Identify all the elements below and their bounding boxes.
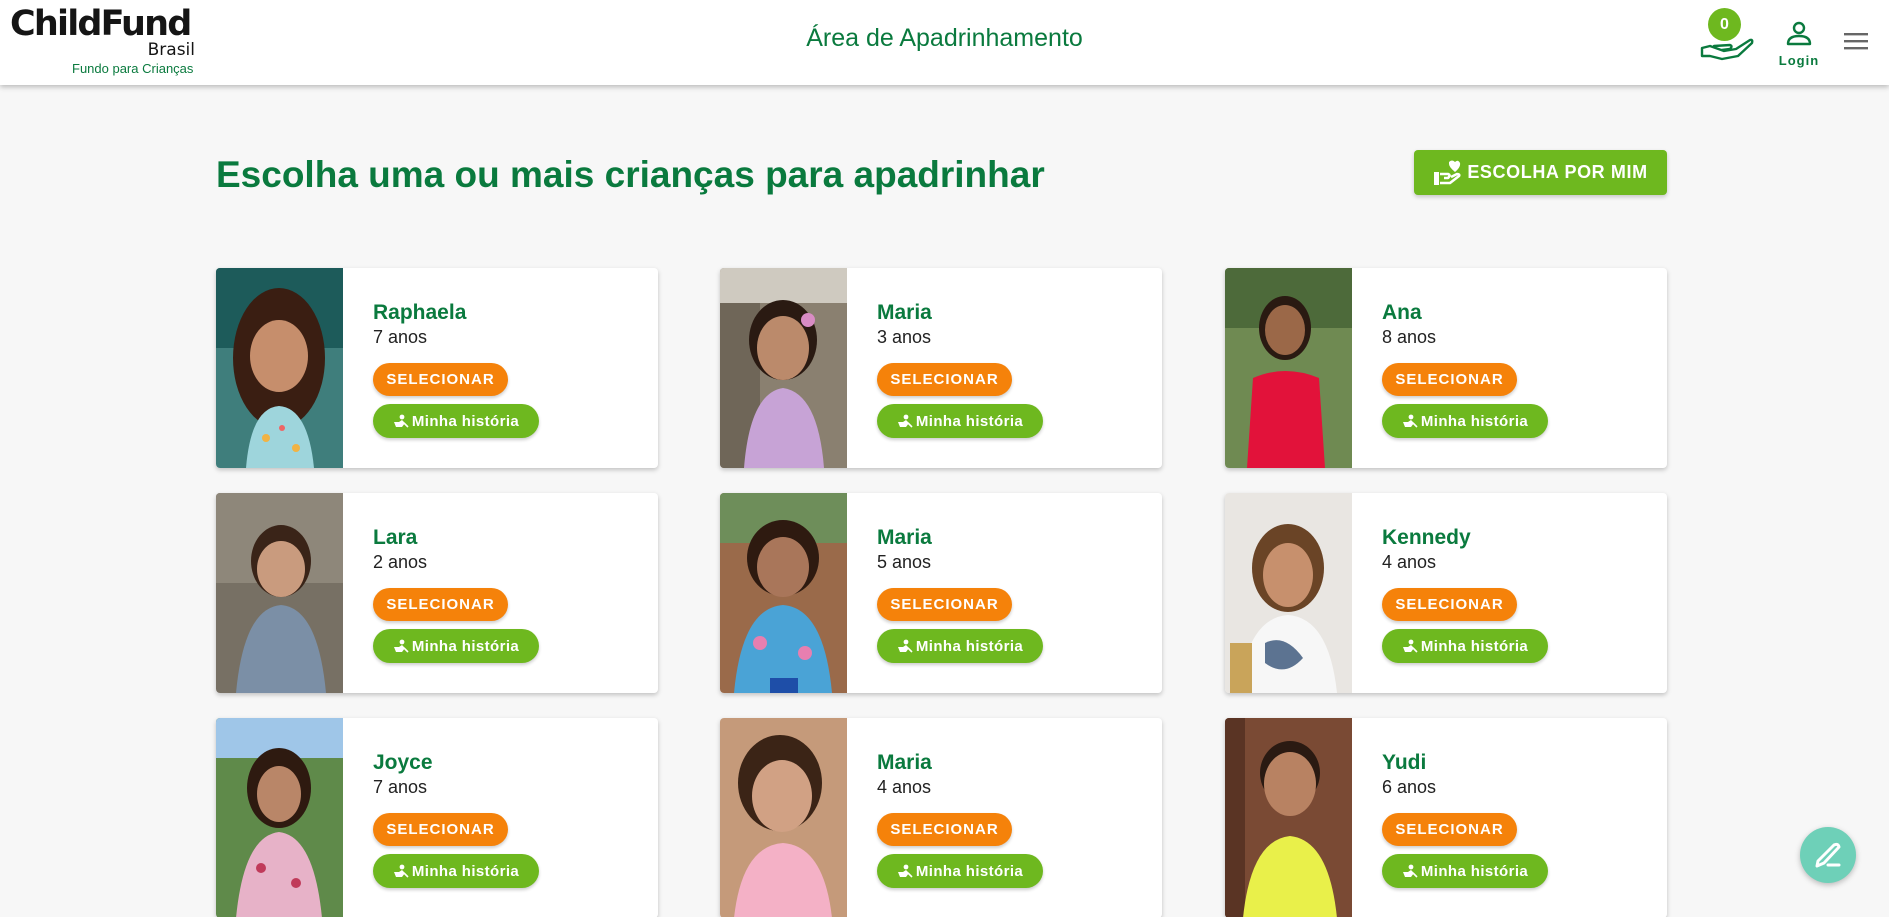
heart-hand-icon — [1434, 160, 1461, 185]
my-story-label: Minha história — [411, 637, 520, 655]
child-age: 6 anos — [1382, 777, 1437, 797]
child-photo[interactable] — [1225, 268, 1352, 468]
child-name: Maria — [877, 751, 932, 774]
child-name: Yudi — [1382, 751, 1427, 774]
child-card: Maria 3 anos SELECIONAR Minha história — [720, 268, 1162, 468]
child-photo[interactable] — [720, 718, 847, 917]
child-story-icon — [897, 864, 913, 878]
select-child-button[interactable]: SELECIONAR — [877, 813, 1012, 846]
hamburger-menu-icon — [1844, 33, 1868, 50]
my-story-button[interactable]: Minha história — [373, 629, 539, 663]
my-story-label: Minha história — [915, 637, 1024, 655]
my-story-button[interactable]: Minha história — [1382, 629, 1548, 663]
child-photo[interactable] — [1225, 493, 1352, 693]
my-story-label: Minha história — [915, 862, 1024, 880]
my-story-label: Minha história — [411, 412, 520, 430]
login-button[interactable]: Login — [1776, 20, 1822, 70]
child-name: Lara — [373, 526, 418, 549]
child-name: Maria — [877, 301, 932, 324]
child-card: Yudi 6 anos SELECIONAR Minha história — [1225, 718, 1667, 917]
child-name: Ana — [1382, 301, 1422, 324]
child-card: Maria 5 anos SELECIONAR Minha história — [720, 493, 1162, 693]
child-age: 4 anos — [1382, 552, 1437, 572]
my-story-label: Minha história — [1420, 637, 1529, 655]
child-story-icon — [393, 864, 409, 878]
child-age: 4 anos — [877, 777, 932, 797]
my-story-button[interactable]: Minha história — [1382, 404, 1548, 438]
child-age: 8 anos — [1382, 327, 1437, 347]
child-name: Raphaela — [373, 301, 467, 324]
child-card: Lara 2 anos SELECIONAR Minha história — [216, 493, 658, 693]
child-story-icon — [897, 414, 913, 428]
my-story-button[interactable]: Minha história — [373, 404, 539, 438]
choose-for-me-label: ESCOLHA POR MIM — [1467, 162, 1648, 182]
my-story-button[interactable]: Minha história — [877, 404, 1043, 438]
child-age: 5 anos — [877, 552, 932, 572]
header-title: Área de Apadrinhamento — [806, 24, 1083, 52]
child-age: 2 anos — [373, 552, 428, 572]
child-card: Kennedy 4 anos SELECIONAR Minha história — [1225, 493, 1667, 693]
child-age: 3 anos — [877, 327, 932, 347]
select-child-button[interactable]: SELECIONAR — [877, 588, 1012, 621]
select-child-button[interactable]: SELECIONAR — [1382, 588, 1517, 621]
child-photo[interactable] — [720, 268, 847, 468]
child-name: Kennedy — [1382, 526, 1471, 549]
child-card: Maria 4 anos SELECIONAR Minha história — [720, 718, 1162, 917]
child-age: 7 anos — [373, 777, 428, 797]
main-menu-button[interactable] — [1843, 30, 1869, 52]
chat-widget-button[interactable] — [1800, 827, 1856, 883]
logo-tagline: Fundo para Crianças — [72, 61, 194, 76]
cart-count-badge: 0 — [1708, 8, 1741, 41]
child-name: Maria — [877, 526, 932, 549]
my-story-label: Minha história — [411, 862, 520, 880]
choose-for-me-button[interactable]: ESCOLHA POR MIM — [1414, 150, 1667, 195]
my-story-button[interactable]: Minha história — [1382, 854, 1548, 888]
my-story-button[interactable]: Minha história — [877, 854, 1043, 888]
sponsorship-cart-button[interactable]: 0 — [1700, 8, 1756, 64]
child-photo[interactable] — [720, 493, 847, 693]
child-photo[interactable] — [216, 268, 343, 468]
my-story-label: Minha história — [1420, 412, 1529, 430]
child-story-icon — [1402, 864, 1418, 878]
select-child-button[interactable]: SELECIONAR — [1382, 813, 1517, 846]
my-story-button[interactable]: Minha história — [877, 629, 1043, 663]
page-title: Escolha uma ou mais crianças para apadri… — [216, 154, 1045, 195]
child-story-icon — [1402, 639, 1418, 653]
child-story-icon — [897, 639, 913, 653]
child-story-icon — [393, 414, 409, 428]
user-icon — [1786, 21, 1812, 46]
child-name: Joyce — [373, 751, 433, 774]
select-child-button[interactable]: SELECIONAR — [373, 813, 508, 846]
child-card: Raphaela 7 anos SELECIONAR Minha históri… — [216, 268, 658, 468]
child-photo[interactable] — [1225, 718, 1352, 917]
select-child-button[interactable]: SELECIONAR — [1382, 363, 1517, 396]
select-child-button[interactable]: SELECIONAR — [877, 363, 1012, 396]
login-label: Login — [1778, 53, 1820, 68]
select-child-button[interactable]: SELECIONAR — [373, 363, 508, 396]
child-photo[interactable] — [216, 493, 343, 693]
child-photo[interactable] — [216, 718, 343, 917]
select-child-button[interactable]: SELECIONAR — [373, 588, 508, 621]
child-card: Joyce 7 anos SELECIONAR Minha história — [216, 718, 658, 917]
top-navigation-bar: ChildFund Brasil Fundo para Crianças Áre… — [0, 0, 1889, 85]
chat-bubble-icon — [1815, 842, 1841, 868]
child-story-icon — [393, 639, 409, 653]
child-story-icon — [1402, 414, 1418, 428]
child-card: Ana 8 anos SELECIONAR Minha história — [1225, 268, 1667, 468]
my-story-button[interactable]: Minha história — [373, 854, 539, 888]
my-story-label: Minha história — [1420, 862, 1529, 880]
child-age: 7 anos — [373, 327, 428, 347]
my-story-label: Minha história — [915, 412, 1024, 430]
